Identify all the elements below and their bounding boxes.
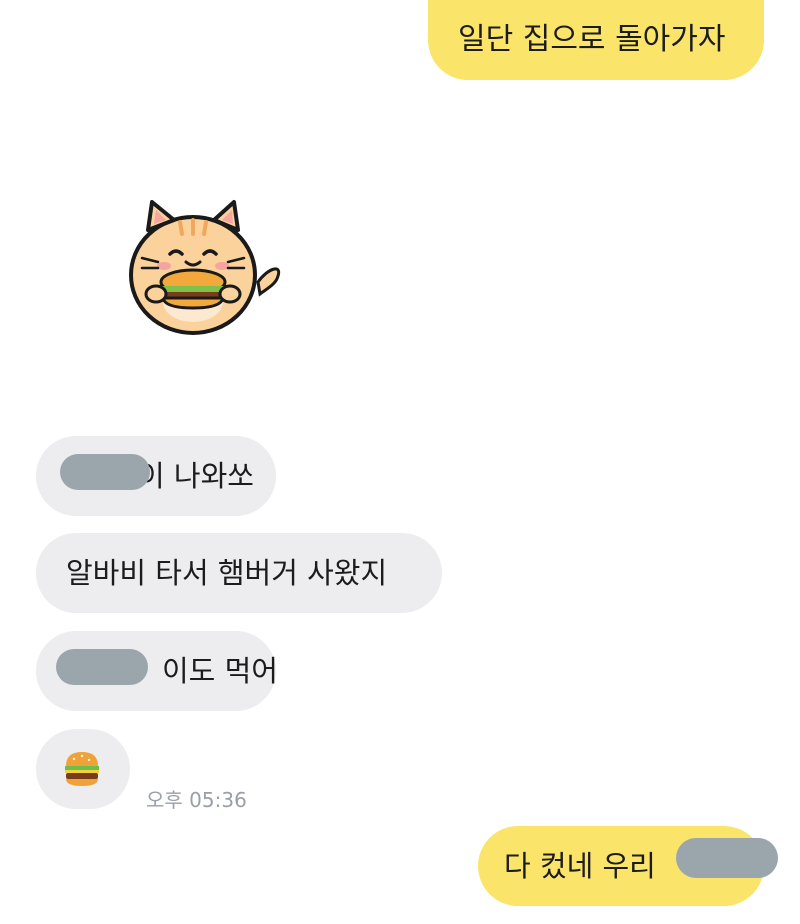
redacted-name: [56, 649, 148, 685]
message-text: 일단 집으로 돌아가자: [458, 22, 726, 57]
message-text: 알바비 타서 햄버거 사왔지: [66, 555, 388, 590]
message-text: 다 컸네 우리: [504, 848, 656, 883]
outgoing-message-bubble[interactable]: 일단 집으로 돌아가자: [428, 0, 764, 80]
cat-eating-hamburger-sticker: [129, 200, 281, 335]
redacted-name: [676, 838, 778, 878]
redacted-name: [60, 454, 150, 490]
message-timestamp: 오후 05:36: [146, 788, 247, 812]
hamburger-icon: [65, 752, 99, 786]
incoming-message-bubble[interactable]: 알바비 타서 햄버거 사왔지: [36, 533, 442, 613]
